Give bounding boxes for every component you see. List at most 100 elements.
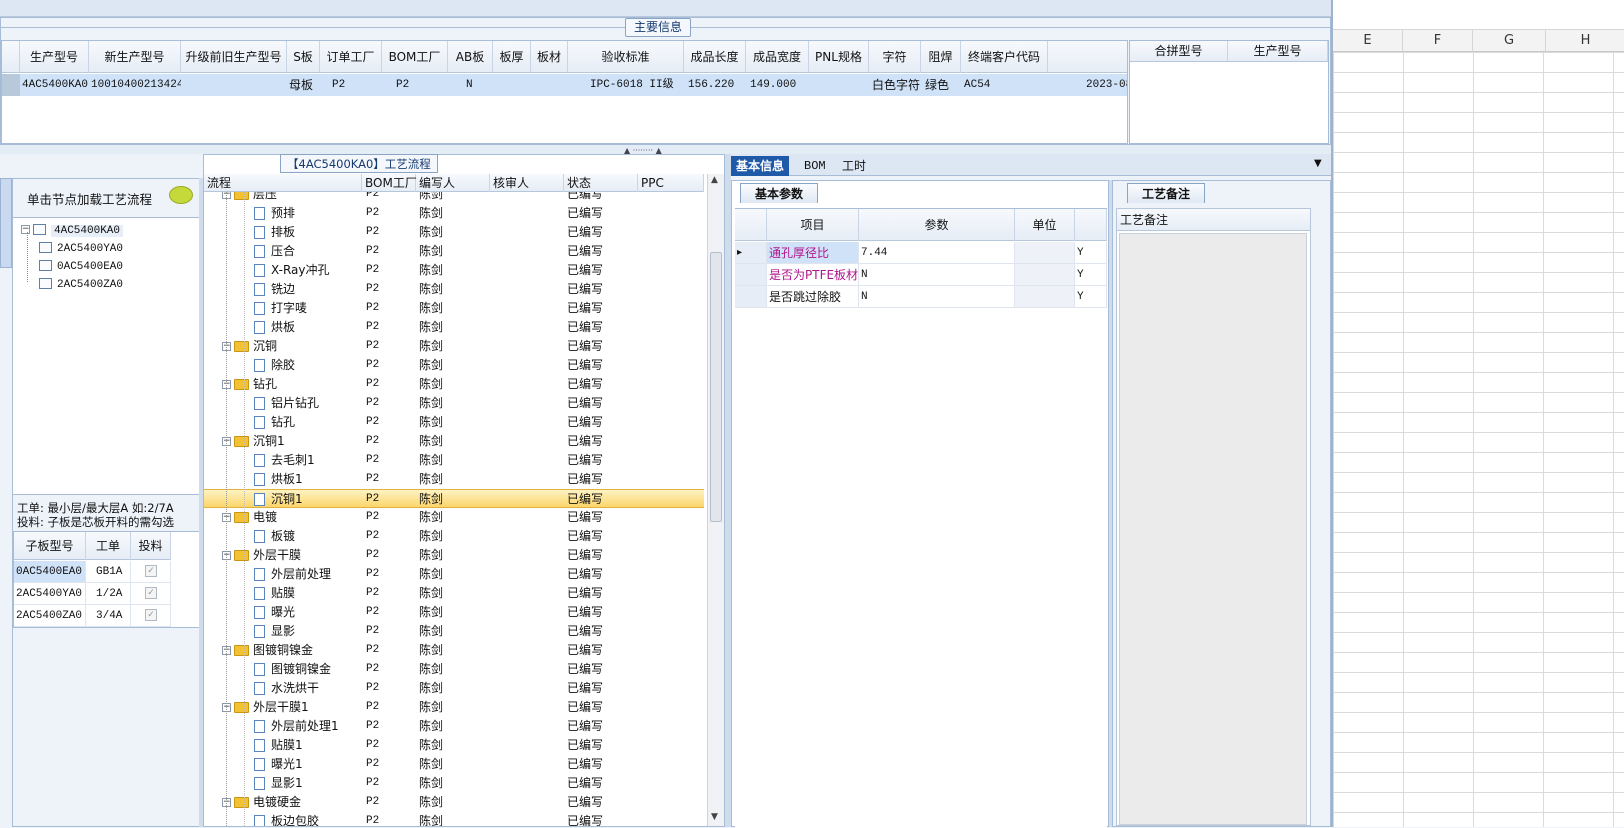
process-step-row[interactable]: 贴膜1 P2 陈剑 已编写 xyxy=(204,736,704,755)
process-name-cell[interactable]: − 外层干膜1 xyxy=(222,698,362,717)
note-header[interactable]: 工艺备注 xyxy=(1117,209,1310,231)
status-cell[interactable]: 已编写 xyxy=(564,527,603,546)
bom-factory-cell[interactable]: P2 xyxy=(362,812,379,826)
status-cell[interactable]: 已编写 xyxy=(564,793,603,812)
col-header[interactable]: 生产型号 xyxy=(1228,41,1328,62)
process-name-cell[interactable]: − 外层干膜 xyxy=(222,546,362,565)
status-cell[interactable]: 已编写 xyxy=(564,299,603,318)
writer-cell[interactable]: 陈剑 xyxy=(416,755,443,774)
col-header[interactable]: 核审人 xyxy=(490,174,564,192)
process-group-row[interactable]: − 图镀铜镍金 P2 陈剑 已编写 xyxy=(204,641,704,660)
col-header[interactable]: 验收标准 xyxy=(568,41,684,73)
tree-node-label[interactable]: 4AC5400KA0 xyxy=(51,225,124,237)
bom-factory-cell[interactable]: P2 xyxy=(362,223,379,242)
cell-date[interactable]: 2023-08 xyxy=(1048,74,1127,96)
process-name-cell[interactable]: − 沉铜1 xyxy=(222,432,362,451)
node-checkbox[interactable] xyxy=(39,260,52,271)
bom-factory-cell[interactable]: P2 xyxy=(362,565,379,584)
process-tree-list[interactable]: − 层压 P2 陈剑 已编写 预排 P2 陈剑 已编写 排板 P2 陈剑 已编写 压合 P2 陈剑 已编写 X-R… xyxy=(204,192,704,826)
process-group-row[interactable]: − 电镀硬金 P2 陈剑 已编写 xyxy=(204,793,704,812)
process-step-row[interactable]: 显影1 P2 陈剑 已编写 xyxy=(204,774,704,793)
param-item-cell[interactable]: 通孔厚径比 xyxy=(767,242,859,264)
tree-child-node[interactable]: 2AC5400YA0 xyxy=(39,238,123,256)
row-indicator[interactable] xyxy=(735,264,767,286)
bom-factory-cell[interactable]: P2 xyxy=(362,337,379,356)
bom-factory-cell[interactable]: P2 xyxy=(362,356,379,375)
cell-ab-board[interactable]: N xyxy=(448,74,493,96)
cell-mask[interactable]: 绿色 xyxy=(921,74,961,96)
tab-work-hours[interactable]: 工时 xyxy=(837,156,871,176)
cell-char[interactable]: 白色字符 xyxy=(869,74,921,96)
process-step-row[interactable]: 水洗烘干 P2 陈剑 已编写 xyxy=(204,679,704,698)
col-header[interactable]: 生产型号 xyxy=(20,41,89,73)
bom-factory-cell[interactable]: P2 xyxy=(362,584,379,603)
cell-length[interactable]: 156.220 xyxy=(684,74,746,96)
col-header[interactable]: 单位 xyxy=(1015,209,1075,241)
writer-cell[interactable]: 陈剑 xyxy=(416,812,443,826)
main-info-grid[interactable]: 生产型号 新生产型号 升级前旧生产型号 S板 订单工厂 BOM工厂 AB板 板厚… xyxy=(1,40,1128,144)
writer-cell[interactable]: 陈剑 xyxy=(416,223,443,242)
scroll-up-arrow-icon[interactable]: ▲ xyxy=(711,175,718,185)
left-collapse-tab[interactable] xyxy=(0,178,12,268)
status-cell[interactable]: 已编写 xyxy=(564,546,603,565)
status-cell[interactable]: 已编写 xyxy=(564,280,603,299)
col-header[interactable]: 合拼型号 xyxy=(1130,41,1228,62)
writer-cell[interactable]: 陈剑 xyxy=(416,375,443,394)
writer-cell[interactable]: 陈剑 xyxy=(416,603,443,622)
col-header[interactable]: 编写人 xyxy=(416,174,490,192)
writer-cell[interactable]: 陈剑 xyxy=(416,470,443,489)
bom-factory-cell[interactable]: P2 xyxy=(362,546,379,565)
param-item-cell[interactable]: 是否为PTFE板材 xyxy=(767,264,859,286)
param-flag-cell[interactable]: Y xyxy=(1075,286,1107,308)
col-header[interactable]: 新生产型号 xyxy=(89,41,181,73)
writer-cell[interactable]: 陈剑 xyxy=(416,660,443,679)
cell-standard[interactable]: IPC-6018 II级 xyxy=(568,74,684,96)
merge-model-grid[interactable]: 合拼型号 生产型号 xyxy=(1129,40,1329,144)
bom-factory-cell[interactable]: P2 xyxy=(362,490,379,509)
col-header[interactable]: 成品宽度 xyxy=(746,41,809,73)
status-cell[interactable]: 已编写 xyxy=(564,565,603,584)
col-header[interactable]: 工单 xyxy=(86,532,131,560)
child-model-cell[interactable]: 2AC5400ZA0 xyxy=(14,605,86,627)
writer-cell[interactable]: 陈剑 xyxy=(416,717,443,736)
bom-factory-cell[interactable]: P2 xyxy=(362,603,379,622)
status-cell[interactable]: 已编写 xyxy=(564,356,603,375)
scroll-down-arrow-icon[interactable]: ▼ xyxy=(711,812,718,822)
col-header[interactable]: 流程 xyxy=(204,174,362,192)
status-cell[interactable]: 已编写 xyxy=(564,318,603,337)
node-checkbox[interactable] xyxy=(39,278,52,289)
process-note-grid[interactable]: 工艺备注 xyxy=(1116,208,1311,826)
col-header[interactable]: 参数 xyxy=(859,209,1015,241)
tree-node-label[interactable]: 0AC5400EA0 xyxy=(57,261,123,273)
process-step-row[interactable]: 排板 P2 陈剑 已编写 xyxy=(204,223,704,242)
feed-checkbox[interactable]: ✓ xyxy=(145,587,157,599)
col-header[interactable]: PNL规格 xyxy=(809,41,869,73)
process-step-row[interactable]: 打字唛 P2 陈剑 已编写 xyxy=(204,299,704,318)
bom-factory-cell[interactable]: P2 xyxy=(362,413,379,432)
process-step-row[interactable]: 铣边 P2 陈剑 已编写 xyxy=(204,280,704,299)
child-order-cell[interactable]: 1/2A xyxy=(86,583,131,605)
col-header[interactable]: 升级前旧生产型号 xyxy=(181,41,287,73)
col-header[interactable]: BOM工厂 xyxy=(382,41,448,73)
tab-basic-info[interactable]: 基本信息 xyxy=(731,156,790,176)
process-group-row[interactable]: − 层压 P2 陈剑 已编写 xyxy=(204,192,704,204)
cell-prod-model[interactable]: 4AC5400KA0 xyxy=(20,74,89,96)
bom-factory-cell[interactable]: P2 xyxy=(362,451,379,470)
bom-factory-cell[interactable]: P2 xyxy=(362,793,379,812)
param-value-cell[interactable]: N xyxy=(859,264,1015,286)
writer-cell[interactable]: 陈剑 xyxy=(416,736,443,755)
col-header[interactable]: S板 xyxy=(287,41,320,73)
col-header[interactable]: AB板 xyxy=(448,41,493,73)
bom-factory-cell[interactable]: P2 xyxy=(362,299,379,318)
param-value-cell[interactable]: N xyxy=(859,286,1015,308)
col-header[interactable]: 终端客户代码 xyxy=(961,41,1048,73)
tree-child-node[interactable]: 0AC5400EA0 xyxy=(39,256,123,274)
status-cell[interactable]: 已编写 xyxy=(564,192,603,204)
bom-factory-cell[interactable]: P2 xyxy=(362,192,379,204)
param-item-cell[interactable]: 是否跳过除胶 xyxy=(767,286,859,308)
node-checkbox[interactable] xyxy=(33,224,46,235)
param-unit-cell[interactable] xyxy=(1015,242,1075,264)
vertical-scrollbar[interactable]: ▲ ▼ xyxy=(707,174,724,826)
status-cell[interactable]: 已编写 xyxy=(564,508,603,527)
writer-cell[interactable]: 陈剑 xyxy=(416,565,443,584)
